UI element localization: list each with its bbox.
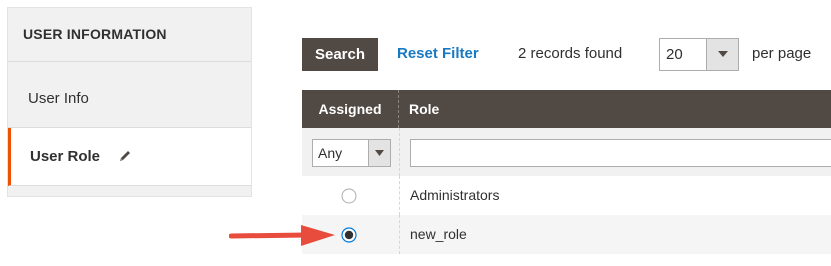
role-cell: Administrators [410, 187, 500, 203]
sidebar-item-label: User Role [30, 148, 101, 165]
assigned-filter-value: Any [318, 145, 343, 161]
assigned-radio-checked[interactable] [341, 227, 357, 243]
column-divider [399, 128, 400, 176]
per-page-label: per page [752, 45, 812, 62]
role-filter-input[interactable] [410, 139, 831, 167]
per-page-value: 20 [666, 46, 683, 63]
user-information-panel: USER INFORMATION User Info User Role [7, 7, 252, 197]
pencil-icon [118, 149, 132, 167]
chevron-down-icon[interactable] [706, 39, 738, 70]
assigned-radio[interactable] [341, 188, 357, 204]
records-count: 2 records found [518, 45, 623, 62]
assigned-filter-select[interactable]: Any [312, 139, 391, 167]
panel-title: USER INFORMATION [8, 8, 251, 62]
per-page-select[interactable]: 20 [659, 38, 739, 71]
sidebar-item-user-info[interactable]: User Info [8, 62, 251, 128]
table-row[interactable]: Administrators [302, 176, 831, 215]
arrow-annotation-icon [228, 224, 339, 253]
table-row[interactable]: new_role [302, 215, 831, 254]
column-divider [399, 215, 400, 254]
sidebar-item-user-role[interactable]: User Role [8, 128, 251, 186]
role-cell: new_role [410, 226, 467, 242]
search-button[interactable]: Search [302, 38, 378, 71]
chevron-down-icon[interactable] [368, 140, 390, 166]
grid-header: Assigned Role [302, 90, 831, 128]
reset-filter-link[interactable]: Reset Filter [397, 45, 479, 62]
sidebar-item-label: User Info [28, 90, 89, 107]
column-divider [399, 176, 400, 215]
filter-row: Any [302, 128, 831, 176]
column-header-assigned[interactable]: Assigned [302, 90, 399, 128]
column-header-role[interactable]: Role [409, 90, 439, 128]
